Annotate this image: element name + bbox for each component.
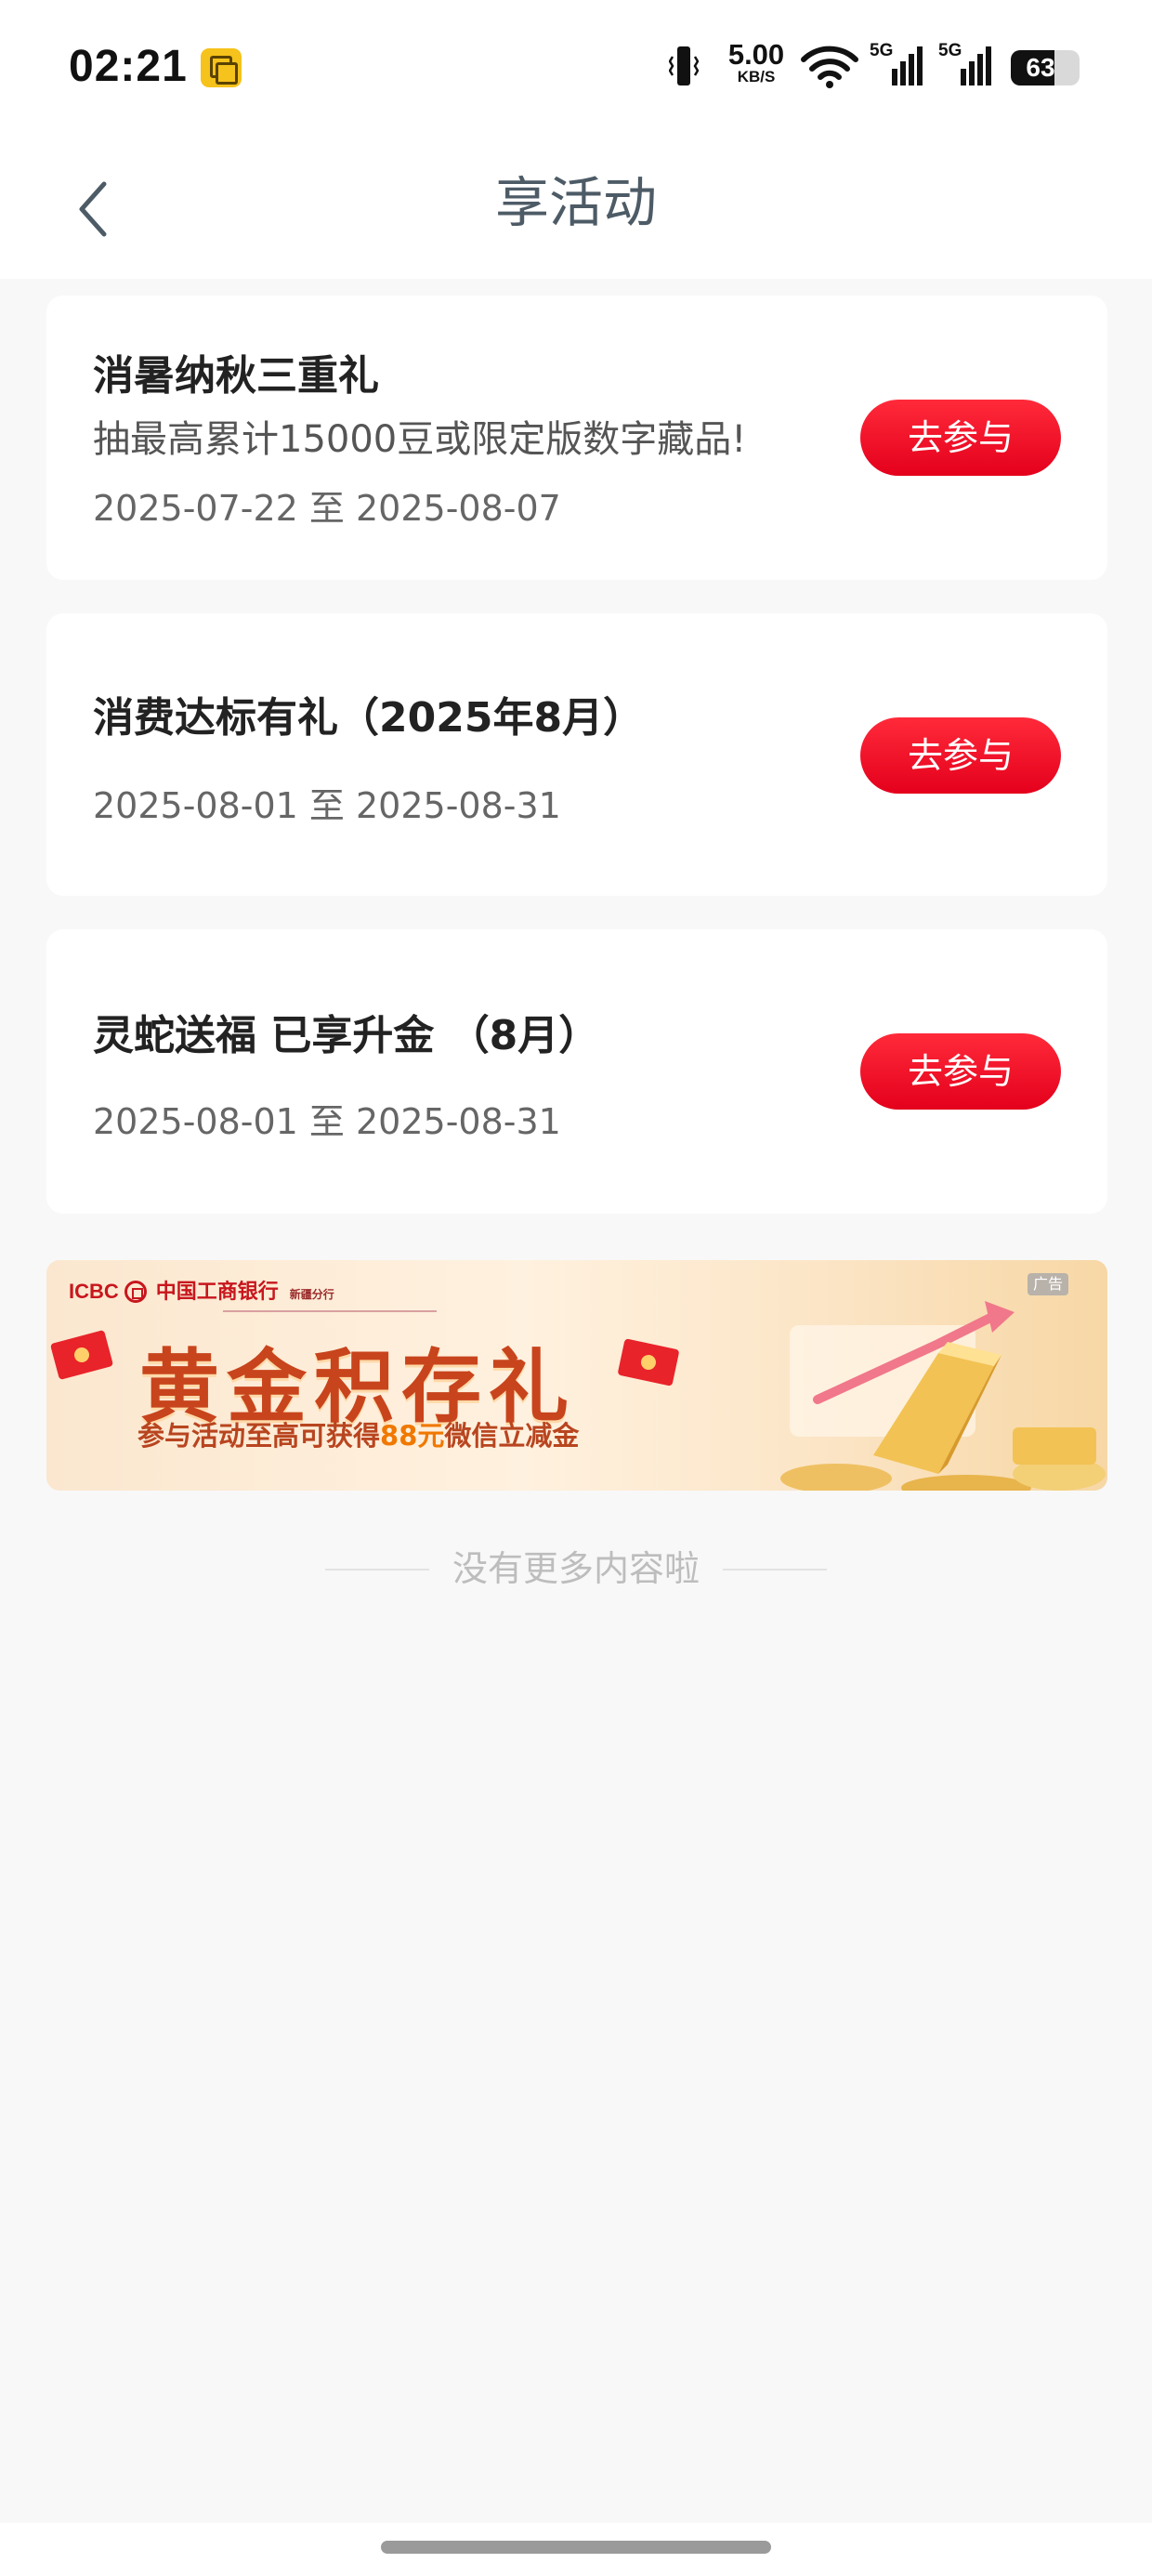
activity-date-range: 2025-08-01 至 2025-08-31 [93,785,561,826]
network-speed-value: 5.00 [727,38,785,71]
ad-tag: 广告 [1028,1273,1068,1295]
nav-header: 享活动 [0,138,1152,279]
icbc-branch: 新疆分行 [289,1288,334,1301]
end-of-list: 没有更多内容啦 [0,1543,1152,1595]
vibrate-icon [669,46,699,85]
activity-title: 消暑纳秋三重礼 [93,352,379,400]
ad-banner[interactable]: ICBC 中国工商银行 新疆分行 黄金积存礼 参与活动至高可获得88元微信立减金 广… [46,1260,1107,1491]
cellular-signal-icon-1: 5G [870,41,927,89]
red-envelope-icon [49,1329,114,1381]
network-speed: 5.00 KB/S [723,38,790,85]
no-more-text: 没有更多内容啦 [452,1548,700,1589]
activity-date-range: 2025-08-01 至 2025-08-31 [93,1101,561,1142]
activity-card[interactable]: 消费达标有礼（2025年8月） 2025-08-01 至 2025-08-31 … [46,613,1107,896]
activity-description: 抽最高累计15000豆或限定版数字藏品! [93,418,747,461]
gold-bar-illustration [780,1301,1106,1491]
banner-subtitle-prefix: 参与活动至高可获得 [137,1420,381,1452]
wifi-icon [801,46,858,88]
icbc-brand-en: ICBC [69,1280,119,1303]
network-speed-unit: KB/S [737,68,776,85]
join-button[interactable]: 去参与 [860,1033,1061,1110]
page-title: 享活动 [494,171,657,234]
banner-subtitle-suffix: 微信立减金 [444,1420,580,1452]
activity-card[interactable]: 消暑纳秋三重礼 抽最高累计15000豆或限定版数字藏品! 2025-07-22 … [46,296,1107,580]
join-button[interactable]: 去参与 [860,400,1061,476]
activity-date-range: 2025-07-22 至 2025-08-07 [93,488,561,529]
status-time: 02:21 [69,42,188,91]
icbc-brand-cn: 中国工商银行 [155,1280,279,1303]
battery-level: 63 [1026,53,1055,82]
icbc-logo-icon [124,1281,147,1303]
status-bar: 02:21 5.00 KB/S 5G 5G 63 [0,0,1152,138]
red-envelope-icon [617,1338,680,1387]
banner-subtitle-amount: 88元 [380,1420,445,1452]
activity-title: 灵蛇送福 已享升金 （8月） [93,1012,600,1059]
banner-brand: ICBC 中国工商银行 新疆分行 [69,1275,334,1305]
cellular-signal-icon-2: 5G [938,41,996,89]
banner-subtitle: 参与活动至高可获得88元微信立减金 [137,1414,579,1453]
home-indicator[interactable] [381,2541,771,2554]
join-button[interactable]: 去参与 [860,717,1061,794]
battery-icon: 63 [1011,50,1080,85]
activity-card[interactable]: 灵蛇送福 已享升金 （8月） 2025-08-01 至 2025-08-31 去… [46,929,1107,1214]
brand-underline [223,1310,437,1312]
activity-title: 消费达标有礼（2025年8月） [93,694,645,742]
app-notification-icon [201,48,242,87]
